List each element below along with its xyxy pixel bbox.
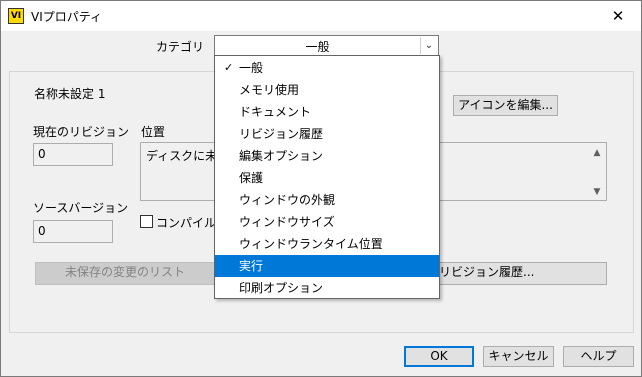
scroll-down-icon[interactable]: ▼ [590, 185, 604, 199]
compile-checkbox[interactable] [140, 215, 153, 228]
dropdown-item-print-options[interactable]: 印刷オプション [215, 277, 439, 299]
category-dropdown-list: ✓ 一般 メモリ使用 ドキュメント リビジョン履歴 編集オプション 保護 ウィン… [214, 55, 440, 299]
source-version-label: ソースバージョン [33, 201, 129, 215]
ok-button[interactable]: OK [404, 346, 474, 367]
dropdown-item-label: ウィンドウサイズ [239, 215, 335, 229]
dropdown-item-window-appearance[interactable]: ウィンドウの外観 [215, 189, 439, 211]
dropdown-item-label: リビジョン履歴 [239, 127, 324, 141]
dropdown-item-label: 編集オプション [239, 149, 324, 163]
checkmark-icon: ✓ [224, 61, 234, 74]
dropdown-item-label: メモリ使用 [239, 83, 300, 97]
window-title: VIプロパティ [31, 10, 103, 24]
category-label: カテゴリ [156, 40, 205, 54]
vi-properties-dialog: VI VIプロパティ ✕ カテゴリ 一般 ⌄ 名称未設定 1 アイコンを編集..… [0, 0, 642, 377]
close-icon: ✕ [611, 7, 625, 25]
labview-vi-icon: VI [8, 8, 24, 24]
title-bar[interactable]: VI VIプロパティ ✕ [1, 1, 641, 31]
current-revision-field[interactable]: 0 [33, 143, 113, 166]
scroll-up-icon[interactable]: ▲ [590, 146, 604, 160]
dropdown-item-window-size[interactable]: ウィンドウサイズ [215, 211, 439, 233]
revision-history-button[interactable]: リビジョン履歴... [436, 262, 607, 285]
dropdown-item-execution[interactable]: 実行 [215, 255, 439, 277]
edit-icon-button[interactable]: アイコンを編集... [453, 95, 558, 116]
dropdown-item-documentation[interactable]: ドキュメント [215, 101, 439, 123]
dropdown-item-general[interactable]: ✓ 一般 [215, 57, 439, 79]
dropdown-item-revision-history[interactable]: リビジョン履歴 [215, 123, 439, 145]
dropdown-item-memory-usage[interactable]: メモリ使用 [215, 79, 439, 101]
category-selected-value: 一般 [305, 40, 330, 54]
chevron-down-icon[interactable]: ⌄ [420, 37, 437, 54]
source-version-field[interactable]: 0 [33, 220, 113, 243]
compile-checkbox-label: コンパイル [156, 216, 217, 230]
dropdown-item-editor-options[interactable]: 編集オプション [215, 145, 439, 167]
dropdown-item-label: 一般 [239, 61, 264, 75]
dropdown-item-window-runtime-position[interactable]: ウィンドウランタイム位置 [215, 233, 439, 255]
vi-name-label: 名称未設定 1 [34, 87, 106, 101]
dropdown-item-label: ウィンドウの外観 [239, 193, 336, 207]
category-select[interactable]: 一般 ⌄ [214, 35, 439, 56]
dropdown-item-label: 印刷オプション [239, 281, 324, 295]
dropdown-item-label: ウィンドウランタイム位置 [239, 237, 383, 251]
dropdown-item-label: 保護 [239, 171, 264, 185]
location-label: 位置 [141, 125, 166, 139]
current-revision-label: 現在のリビジョン [33, 125, 130, 139]
cancel-button[interactable]: キャンセル [483, 346, 554, 367]
dropdown-item-label: ドキュメント [239, 105, 312, 119]
unsaved-changes-button[interactable]: 未保存の変更のリスト [35, 262, 215, 285]
help-button[interactable]: ヘルプ [563, 346, 634, 367]
close-button[interactable]: ✕ [595, 1, 641, 31]
dropdown-item-protection[interactable]: 保護 [215, 167, 439, 189]
dropdown-item-label: 実行 [239, 259, 264, 273]
